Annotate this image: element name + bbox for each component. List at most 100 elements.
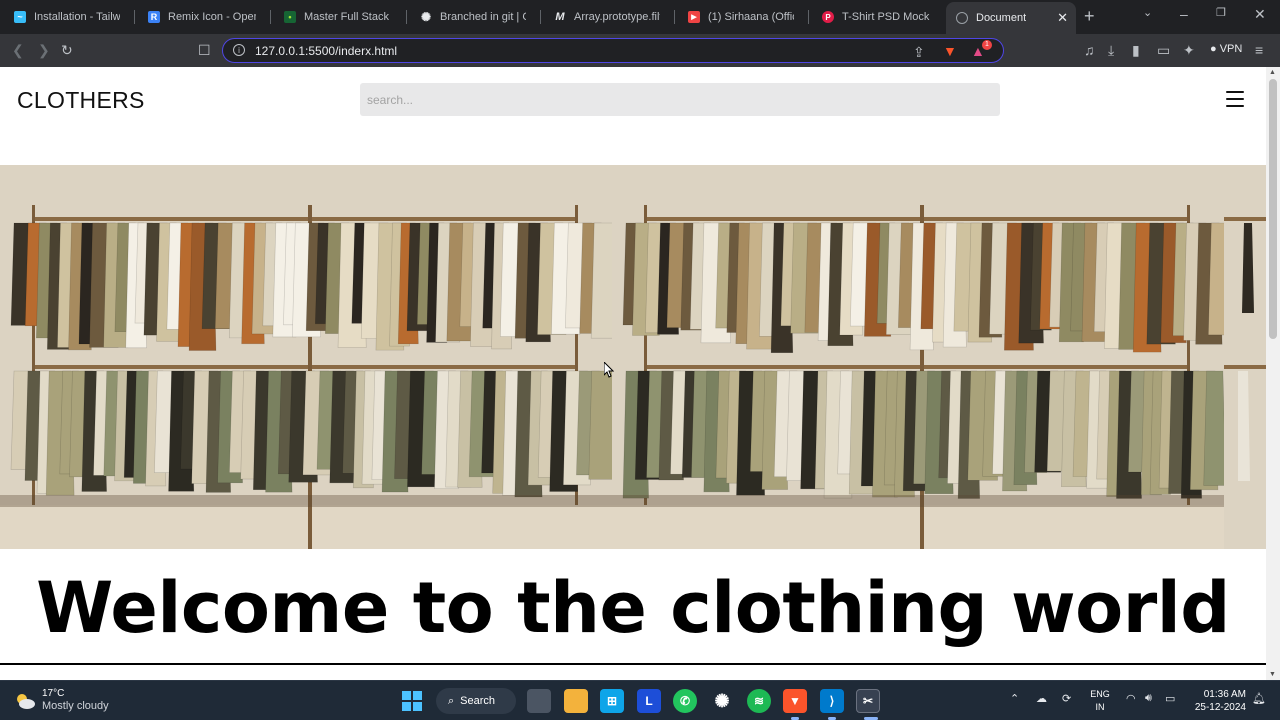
tab-search-icon[interactable]: ⌄	[1143, 6, 1152, 19]
back-icon[interactable]: ❮	[12, 41, 24, 59]
tab-master-full-stack[interactable]: • Master Full Stack We	[274, 4, 402, 30]
close-window-icon[interactable]: ✕	[1254, 6, 1266, 23]
wifi-icon[interactable]: ◠	[1126, 692, 1136, 705]
browser-toolbar: ❮ ❯ ↻ ☐ i 127.0.0.1:5500/inderx.html ⇪ ▼…	[0, 34, 1280, 67]
weather-widget[interactable]: 17°C Mostly cloudy	[14, 688, 109, 713]
page-scrollbar[interactable]: ▲ ▼	[1266, 67, 1280, 680]
notification-bell-icon[interactable]: 🔔︎	[1252, 692, 1266, 705]
clothing-rack-image	[612, 165, 1224, 549]
file-explorer-icon[interactable]	[564, 689, 588, 713]
tab-separator	[134, 10, 135, 24]
course-icon: •	[284, 11, 296, 23]
clock-date: 25-12-2024	[1194, 702, 1246, 713]
menu-line	[1226, 105, 1244, 107]
vscode-icon[interactable]: ⟩	[820, 689, 844, 713]
tab-separator	[270, 10, 271, 24]
partly-cloudy-icon	[17, 693, 35, 709]
minimize-icon[interactable]: –	[1180, 6, 1188, 22]
language-indicator[interactable]: ENG IN	[1089, 688, 1111, 714]
welcome-heading: Welcome to the clothing world	[36, 567, 1230, 649]
tab-array-filter[interactable]: M Array.prototype.filter	[544, 4, 670, 30]
pinterest-icon: P	[822, 11, 834, 23]
weather-desc: Mostly cloudy	[42, 700, 109, 712]
main-menu-icon[interactable]: ≡	[1255, 41, 1263, 59]
tab-tshirt-psd[interactable]: P T-Shirt PSD Mockup	[812, 4, 940, 30]
brave-browser-icon[interactable]: ▼	[783, 689, 807, 713]
share-icon[interactable]: ⇪	[913, 43, 925, 61]
hanging-shirt	[590, 222, 612, 339]
maximize-icon[interactable]: ❐	[1216, 6, 1226, 19]
scroll-up-icon[interactable]: ▲	[1269, 69, 1276, 76]
hanging-shirt	[588, 370, 612, 480]
show-hidden-icons-icon[interactable]: ⌃	[1010, 692, 1019, 705]
tab-branched-in-git[interactable]: ✺ Branched in git | Cha	[410, 4, 536, 30]
tab-separator	[540, 10, 541, 24]
weather-temp: 17°C	[42, 688, 65, 699]
site-info-icon[interactable]: i	[233, 44, 245, 56]
youtube-icon: ▶	[688, 11, 700, 23]
search-input[interactable]	[360, 83, 1000, 116]
start-button[interactable]	[400, 689, 424, 713]
leo-ai-icon[interactable]: ✦	[1183, 41, 1195, 59]
onedrive-icon[interactable]: ☁	[1036, 692, 1047, 705]
media-icon[interactable]: ♫	[1084, 41, 1095, 59]
clothing-rack-illustration	[0, 165, 612, 549]
tab-separator	[674, 10, 675, 24]
battery-icon[interactable]: ▭	[1165, 692, 1175, 705]
close-tab-icon[interactable]: ✕	[1057, 10, 1068, 26]
scroll-down-icon[interactable]: ▼	[1269, 671, 1276, 678]
vpn-button[interactable]: ● VPN	[1210, 43, 1242, 55]
chatgpt-icon[interactable]: ✺	[710, 689, 734, 713]
lang-code: ENG	[1090, 689, 1110, 699]
taskbar-clock[interactable]: 01:36 AM 25-12-2024	[1190, 688, 1246, 714]
tab-tailwind[interactable]: ~ Installation - Tailwind	[4, 4, 130, 30]
tab-remix-icon[interactable]: R Remix Icon - Open so	[138, 4, 266, 30]
microsoft-store-icon[interactable]: ⊞	[600, 689, 624, 713]
section-divider	[0, 663, 1266, 665]
clock-time: 01:36 AM	[1203, 689, 1246, 700]
globe-icon	[956, 12, 968, 24]
address-bar[interactable]: i 127.0.0.1:5500/inderx.html ⇪ ▼ ▲ 1	[222, 38, 1004, 63]
windows-logo-icon	[402, 691, 422, 711]
hero-image-strip	[0, 165, 1266, 549]
taskbar-search[interactable]: ⌕ Search	[436, 688, 516, 714]
mouse-cursor-icon	[604, 362, 614, 378]
launcher-app-icon[interactable]: L	[637, 689, 661, 713]
rewards-badge: 1	[982, 40, 992, 50]
url-text: 127.0.0.1:5500/inderx.html	[255, 44, 398, 58]
scrollbar-thumb[interactable]	[1269, 79, 1277, 339]
spotify-icon[interactable]: ≋	[747, 689, 771, 713]
forward-icon[interactable]: ❯	[38, 41, 50, 59]
clothing-rack-image	[0, 165, 612, 549]
sync-icon[interactable]: ⟳	[1062, 692, 1071, 705]
wallet-icon[interactable]: ▭	[1157, 41, 1170, 59]
task-view-icon[interactable]	[527, 689, 551, 713]
bookmark-icon[interactable]: ☐	[198, 41, 211, 59]
menu-line	[1226, 98, 1244, 100]
page-viewport: CLOTHERS search... Welcome to the clothi…	[0, 67, 1280, 680]
sidebar-icon[interactable]: ▮	[1132, 41, 1140, 59]
hanging-shirt	[1208, 222, 1224, 336]
search-icon: ⌕	[448, 694, 455, 707]
remix-icon: R	[148, 11, 160, 23]
tab-separator	[808, 10, 809, 24]
region-code: IN	[1095, 702, 1105, 712]
tab-document[interactable]: Document ✕	[946, 2, 1076, 34]
tab-separator	[406, 10, 407, 24]
tab-sirhaana-youtube[interactable]: ▶ (1) Sirhaana (Official	[678, 4, 804, 30]
brave-shields-icon[interactable]: ▼	[943, 42, 957, 60]
mdn-icon: M	[555, 11, 565, 23]
hamburger-menu-icon[interactable]	[1226, 89, 1246, 107]
hanging-shirt	[1203, 370, 1224, 486]
menu-line	[1226, 91, 1244, 93]
whatsapp-icon[interactable]: ✆	[673, 689, 697, 713]
snipping-tool-icon[interactable]: ✂	[856, 689, 880, 713]
new-tab-button[interactable]: +	[1084, 6, 1095, 27]
tailwind-icon: ~	[14, 11, 26, 23]
reload-icon[interactable]: ↻	[61, 41, 73, 59]
brand-logo[interactable]: CLOTHERS	[17, 87, 145, 114]
downloads-icon[interactable]: ⤓	[1108, 41, 1114, 59]
clothing-rack-image	[1224, 165, 1266, 549]
volume-icon[interactable]: 🔊︎	[1145, 692, 1152, 705]
openai-icon: ✺	[420, 10, 432, 24]
